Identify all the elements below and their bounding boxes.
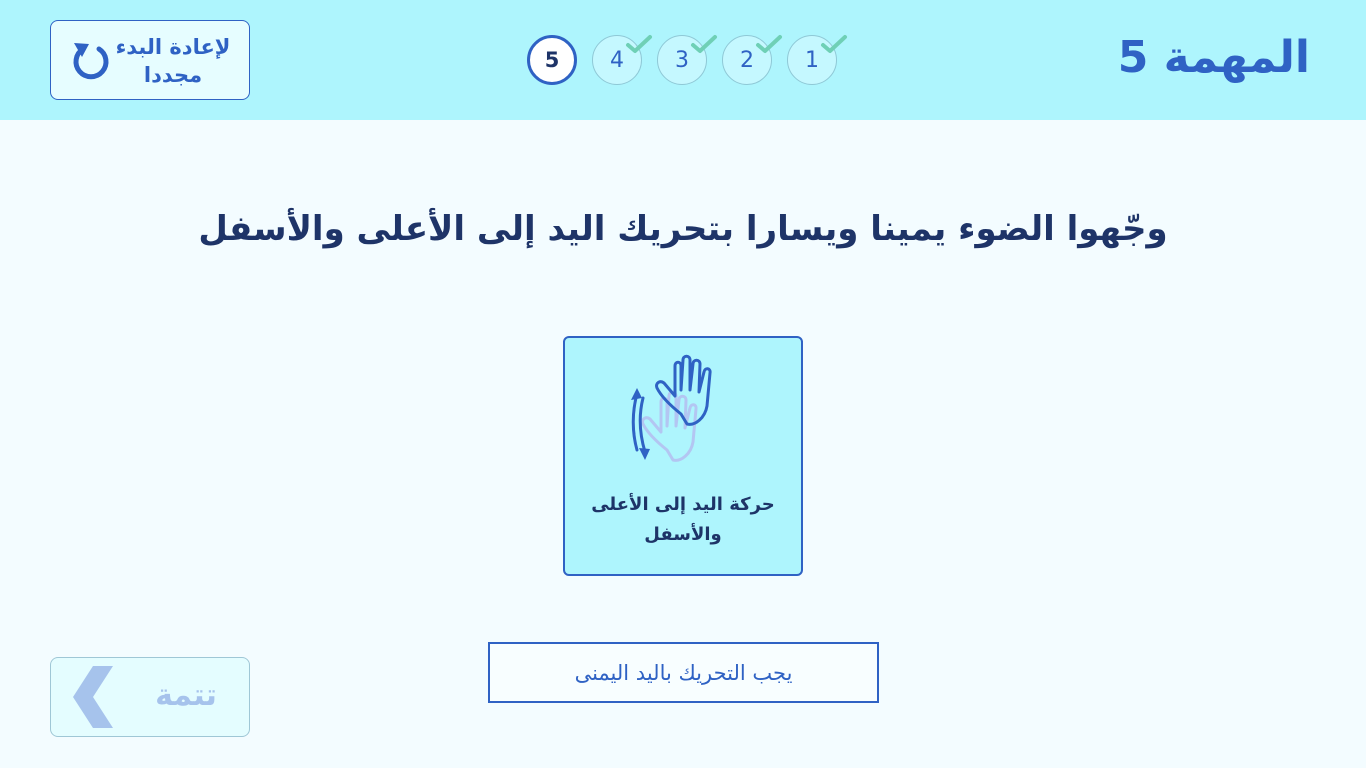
step-number: 3 [675, 47, 689, 73]
step-number: 5 [544, 48, 560, 72]
continue-label: تتمة [155, 678, 217, 713]
check-icon [626, 35, 652, 53]
check-icon [821, 35, 847, 53]
step-number: 1 [805, 47, 819, 73]
restart-button[interactable]: لإعادة البدء مجددا [50, 20, 250, 100]
hand-up-down-icon [631, 354, 712, 462]
gesture-card: حركة اليد إلى الأعلى والأسفل [563, 336, 803, 576]
progress-steps: 5 4 3 2 1 [527, 35, 847, 87]
check-icon [691, 35, 717, 53]
restart-label: لإعادة البدء مجددا [115, 35, 231, 87]
restart-icon [73, 43, 109, 80]
gesture-label: حركة اليد إلى الأعلى والأسفل [591, 494, 775, 545]
instruction-text: وجّهوا الضوء يمينا ويسارا بتحريك اليد إل… [198, 209, 1168, 249]
step-1: 1 [787, 35, 847, 85]
header-bar: المهمة 5 5 4 3 2 1 لإعادة البدء مجددا [0, 0, 1366, 120]
step-number: 4 [610, 47, 624, 73]
continue-button[interactable]: تتمة [50, 657, 250, 737]
step-3: 3 [657, 35, 717, 85]
step-number: 2 [740, 47, 754, 73]
chevron-left-icon [73, 666, 113, 728]
check-icon [756, 35, 782, 53]
task-title: المهمة 5 [1117, 32, 1310, 83]
step-4: 4 [592, 35, 652, 85]
step-5: 5 [527, 35, 577, 85]
step-2: 2 [722, 35, 782, 85]
hint-box: يجب التحريك باليد اليمنى [488, 642, 879, 703]
hint-text: يجب التحريك باليد اليمنى [574, 660, 793, 685]
